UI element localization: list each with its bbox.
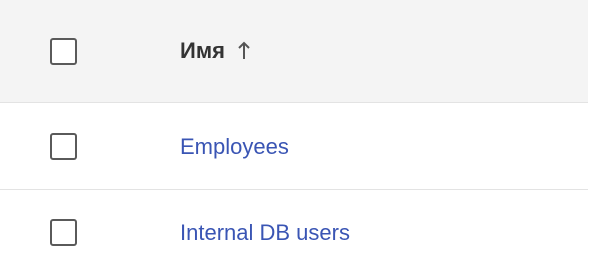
group-link-employees[interactable]: Employees <box>180 134 289 160</box>
group-link-internal-db-users[interactable]: Internal DB users <box>180 220 350 246</box>
name-cell: Employees <box>180 104 289 189</box>
name-column-label[interactable]: Имя <box>180 38 225 64</box>
select-all-cell <box>0 0 180 102</box>
arrow-up-icon[interactable] <box>237 41 251 61</box>
row-select-cell <box>0 191 180 274</box>
row-checkbox[interactable] <box>50 219 77 246</box>
table-header-row: Имя <box>0 0 588 103</box>
groups-table: Имя Employees Internal DB users <box>0 0 588 274</box>
name-column-header[interactable]: Имя <box>180 0 251 102</box>
name-cell: Internal DB users <box>180 191 350 274</box>
row-select-cell <box>0 104 180 189</box>
table-row: Internal DB users <box>0 191 588 274</box>
row-checkbox[interactable] <box>50 133 77 160</box>
select-all-checkbox[interactable] <box>50 37 77 65</box>
table-row: Employees <box>0 104 588 190</box>
